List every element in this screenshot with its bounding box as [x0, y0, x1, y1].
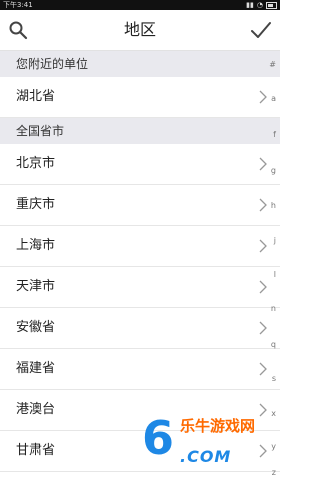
index-letter[interactable]: y [271, 442, 276, 451]
check-icon[interactable] [250, 19, 272, 41]
index-letter[interactable]: g [271, 166, 276, 175]
list-item-shanghai[interactable]: 上海市 [0, 226, 280, 267]
index-letter[interactable]: q [271, 340, 276, 349]
index-letter[interactable]: h [271, 201, 276, 210]
list-item-anhui[interactable]: 安徽省 [0, 308, 280, 349]
chevron-right-icon [259, 362, 267, 376]
chevron-right-icon [259, 198, 267, 212]
status-icons: ▮▮ ◔ [246, 0, 277, 10]
chevron-right-icon [259, 444, 267, 458]
chevron-right-icon [259, 321, 267, 335]
region-list[interactable]: 您附近的单位 湖北省 全国省市 北京市 重庆市 上海市 天津市 安徽省 福建省 … [0, 51, 280, 472]
chevron-right-icon [259, 403, 267, 417]
list-item-gansu[interactable]: 甘肃省 [0, 431, 280, 472]
list-item-label: 重庆市 [16, 197, 56, 212]
index-letter[interactable]: n [271, 304, 276, 313]
list-item-label: 安徽省 [16, 320, 56, 335]
index-letter[interactable]: # [269, 60, 276, 69]
section-header-national: 全国省市 [0, 118, 280, 144]
list-item-label: 甘肃省 [16, 443, 56, 458]
signal-icon: ▮▮ [246, 1, 254, 9]
index-letter[interactable]: j [274, 236, 276, 245]
list-item-label: 上海市 [16, 238, 56, 253]
list-item-label: 港澳台 [16, 402, 56, 417]
chevron-right-icon [259, 280, 267, 294]
list-item-beijing[interactable]: 北京市 [0, 144, 280, 185]
status-time: 下午3:41 [3, 1, 33, 9]
list-item-tianjin[interactable]: 天津市 [0, 267, 280, 308]
index-letter[interactable]: s [272, 374, 276, 383]
chevron-right-icon [259, 90, 267, 104]
list-item-label: 福建省 [16, 361, 56, 376]
app-bar: 地区 [0, 10, 280, 51]
wifi-icon: ◔ [256, 1, 263, 9]
index-letter[interactable]: l [274, 270, 276, 279]
list-item-label: 北京市 [16, 156, 56, 171]
index-letter[interactable]: x [271, 409, 276, 418]
battery-icon [266, 1, 277, 9]
list-item-chongqing[interactable]: 重庆市 [0, 185, 280, 226]
list-item-label: 天津市 [16, 279, 56, 294]
list-item-hubei[interactable]: 湖北省 [0, 77, 280, 118]
section-header-nearby: 您附近的单位 [0, 51, 280, 77]
list-item-label: 湖北省 [16, 89, 56, 104]
page-title: 地区 [123, 20, 156, 39]
index-letter[interactable]: f [273, 130, 276, 139]
chevron-right-icon [259, 239, 267, 253]
status-bar: 下午3:41 ▮▮ ◔ [0, 0, 280, 10]
index-letter[interactable]: z [272, 468, 276, 477]
list-item-fujian[interactable]: 福建省 [0, 349, 280, 390]
list-item-hk-macau-taiwan[interactable]: 港澳台 [0, 390, 280, 431]
chevron-right-icon [259, 157, 267, 171]
index-letter[interactable]: a [271, 94, 276, 103]
